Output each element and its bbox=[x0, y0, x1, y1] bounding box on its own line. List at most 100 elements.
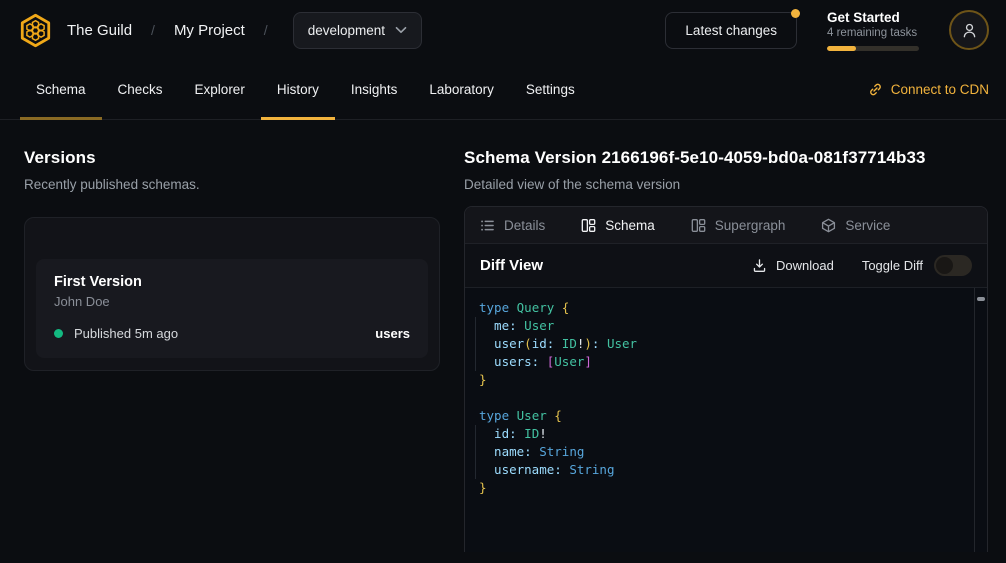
code-token: String bbox=[569, 462, 614, 477]
nav-tab-laboratory[interactable]: Laboratory bbox=[413, 60, 510, 119]
toggle-diff-switch[interactable] bbox=[934, 255, 972, 276]
code-token: User bbox=[517, 408, 555, 423]
indent-guide bbox=[475, 461, 476, 479]
download-label: Download bbox=[776, 258, 834, 273]
toggle-diff-label: Toggle Diff bbox=[862, 258, 923, 273]
connect-cdn-label: Connect to CDN bbox=[891, 82, 989, 97]
code-token: ! bbox=[539, 426, 547, 441]
code-token: username: bbox=[479, 462, 562, 477]
code-token: String bbox=[539, 444, 584, 459]
diff-controls: Download Toggle Diff bbox=[752, 255, 972, 276]
person-icon bbox=[960, 21, 979, 40]
nav-tab-schema[interactable]: Schema bbox=[20, 60, 102, 119]
detail-tab-label: Schema bbox=[605, 218, 655, 233]
get-started-subtitle: 4 remaining tasks bbox=[827, 27, 919, 39]
detail-tab-schema[interactable]: Schema bbox=[581, 218, 655, 233]
code-line: name: String bbox=[465, 443, 987, 461]
app-header: The Guild / My Project / development Lat… bbox=[0, 0, 1006, 60]
get-started-widget[interactable]: Get Started 4 remaining tasks bbox=[827, 10, 919, 51]
header-right-cluster: Latest changes Get Started 4 remaining t… bbox=[665, 10, 989, 51]
code-token: { bbox=[554, 408, 562, 423]
link-icon bbox=[868, 82, 883, 97]
code-line: me: User bbox=[465, 317, 987, 335]
latest-changes-button[interactable]: Latest changes bbox=[665, 12, 797, 49]
code-line: username: String bbox=[465, 461, 987, 479]
code-token: ID bbox=[524, 426, 539, 441]
detail-tab-label: Service bbox=[845, 218, 890, 233]
hive-logo[interactable] bbox=[17, 12, 54, 49]
diff-view-header: Diff View Download Toggle Diff bbox=[465, 244, 987, 288]
version-status-row: Published 5m ago users bbox=[54, 326, 410, 341]
nav-tab-label: Schema bbox=[36, 82, 86, 97]
nav-tab-label: History bbox=[277, 82, 319, 97]
nav-tab-insights[interactable]: Insights bbox=[335, 60, 414, 119]
detail-tabs: Details Schema Supergraph Service bbox=[465, 207, 987, 244]
versions-panel: Versions Recently published schemas. Fir… bbox=[0, 120, 464, 563]
avatar-button[interactable] bbox=[949, 10, 989, 50]
code-line: users: [User] bbox=[465, 353, 987, 371]
get-started-title: Get Started bbox=[827, 10, 919, 25]
code-lines: type Query { me: User user(id: ID!): Use… bbox=[465, 299, 987, 497]
schema-code-editor[interactable]: type Query { me: User user(id: ID!): Use… bbox=[465, 288, 987, 552]
detail-tab-service[interactable]: Service bbox=[821, 218, 890, 233]
schema-version-subtitle: Detailed view of the schema version bbox=[464, 177, 988, 192]
nav-tab-label: Explorer bbox=[195, 82, 245, 97]
indent-guide bbox=[475, 425, 476, 443]
indent-guide bbox=[475, 335, 476, 353]
code-token: id: bbox=[532, 336, 555, 351]
code-token: User bbox=[607, 336, 637, 351]
nav-tab-history[interactable]: History bbox=[261, 60, 335, 119]
code-scrollbar[interactable] bbox=[974, 288, 987, 552]
nav-tab-label: Laboratory bbox=[429, 82, 494, 97]
diff-view-title: Diff View bbox=[480, 257, 543, 274]
nav-tab-label: Checks bbox=[118, 82, 163, 97]
version-name: First Version bbox=[54, 274, 410, 290]
nav-tab-settings[interactable]: Settings bbox=[510, 60, 591, 119]
versions-subtitle: Recently published schemas. bbox=[24, 177, 440, 192]
columns-icon bbox=[581, 218, 596, 233]
nav-tab-label: Settings bbox=[526, 82, 575, 97]
version-list-item[interactable]: First Version John Doe Published 5m ago … bbox=[36, 259, 428, 358]
code-line: } bbox=[465, 371, 987, 389]
notification-dot bbox=[791, 9, 800, 18]
code-token bbox=[554, 336, 562, 351]
hive-logo-icon bbox=[17, 12, 54, 49]
download-button[interactable]: Download bbox=[752, 258, 834, 273]
list-icon bbox=[480, 218, 495, 233]
code-token: ID bbox=[562, 336, 577, 351]
code-token: User bbox=[554, 354, 584, 369]
breadcrumb-separator: / bbox=[151, 22, 155, 38]
versions-title: Versions bbox=[24, 148, 440, 168]
get-started-progress-fill bbox=[827, 46, 856, 51]
code-line: user(id: ID!): User bbox=[465, 335, 987, 353]
chevron-down-icon bbox=[395, 26, 407, 34]
breadcrumb-separator: / bbox=[264, 22, 268, 38]
code-token: Query bbox=[517, 300, 562, 315]
breadcrumb-project[interactable]: My Project bbox=[174, 22, 245, 39]
code-line: type User { bbox=[465, 407, 987, 425]
target-dropdown[interactable]: development bbox=[293, 12, 422, 49]
breadcrumb-org[interactable]: The Guild bbox=[67, 22, 132, 39]
connect-cdn-link[interactable]: Connect to CDN bbox=[868, 60, 989, 119]
version-author: John Doe bbox=[54, 294, 410, 309]
nav-tab-explorer[interactable]: Explorer bbox=[179, 60, 261, 119]
code-line: } bbox=[465, 479, 987, 497]
code-token: user bbox=[479, 336, 524, 351]
latest-changes-label: Latest changes bbox=[685, 23, 777, 38]
service-badge: users bbox=[375, 326, 410, 341]
toggle-diff-control: Toggle Diff bbox=[862, 255, 972, 276]
nav-tab-label: Insights bbox=[351, 82, 398, 97]
detail-tab-details[interactable]: Details bbox=[480, 218, 545, 233]
code-token: users: bbox=[479, 354, 539, 369]
code-token: name: bbox=[479, 444, 532, 459]
nav-tab-checks[interactable]: Checks bbox=[102, 60, 179, 119]
code-token: type bbox=[479, 408, 517, 423]
download-icon bbox=[752, 258, 767, 273]
code-token: ) bbox=[584, 336, 592, 351]
toggle-diff-knob bbox=[936, 257, 953, 274]
code-token: ( bbox=[524, 336, 532, 351]
code-scrollbar-thumb[interactable] bbox=[977, 297, 985, 301]
main-nav: Schema Checks Explorer History Insights Labor… bbox=[0, 60, 1006, 120]
detail-tab-supergraph[interactable]: Supergraph bbox=[691, 218, 786, 233]
code-token: } bbox=[479, 372, 487, 387]
